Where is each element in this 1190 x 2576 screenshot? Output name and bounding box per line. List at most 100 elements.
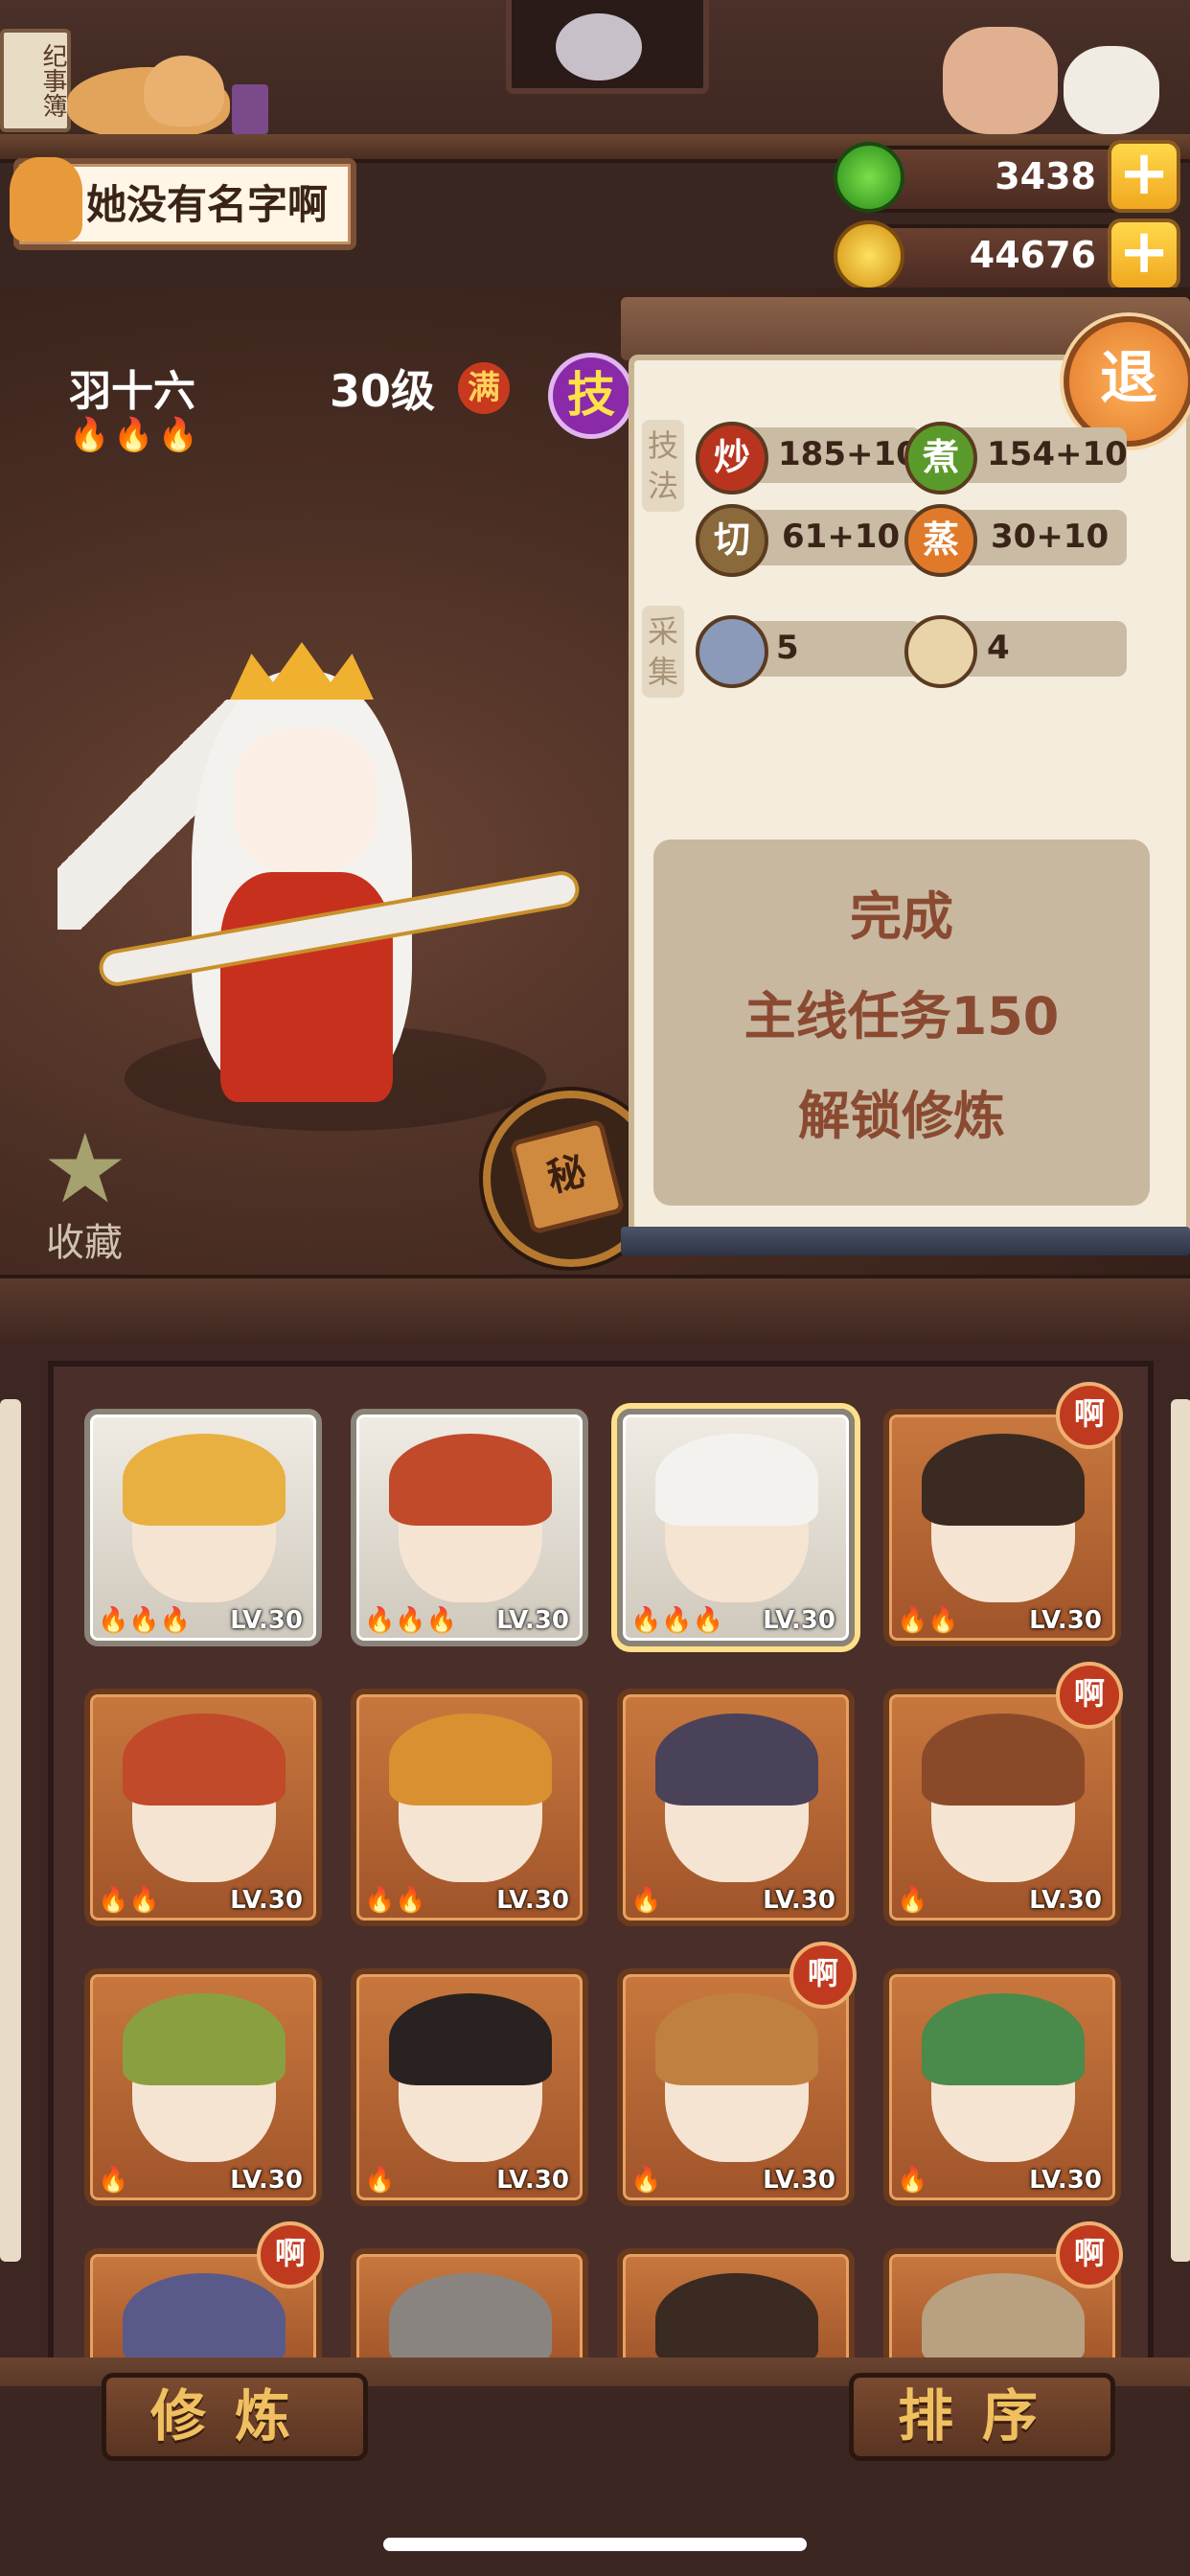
- left-rail: [0, 1399, 21, 2262]
- card-flames: 🔥: [630, 1886, 662, 1915]
- character-card[interactable]: 🔥🔥🔥 LV.30: [351, 1409, 588, 1646]
- character-portrait[interactable]: [57, 594, 594, 1131]
- home-indicator[interactable]: [383, 2538, 807, 2551]
- section-divider: [0, 1275, 1190, 1346]
- card-flames: 🔥: [364, 2166, 396, 2195]
- player-avatar[interactable]: [0, 144, 86, 249]
- card-hair-shape: [922, 1993, 1085, 2085]
- card-hair-shape: [389, 1993, 552, 2085]
- card-level: LV.30: [1029, 2166, 1102, 2195]
- sort-button[interactable]: 排序: [849, 2373, 1115, 2461]
- card-notice-badge: 啊: [790, 1942, 857, 2009]
- card-level: LV.30: [1029, 1886, 1102, 1915]
- crown-icon: [230, 642, 374, 700]
- right-rail: [1171, 1399, 1190, 2262]
- character-level: 30级: [330, 365, 436, 417]
- card-flames: 🔥🔥🔥: [364, 1606, 458, 1635]
- cut-value: 61+10: [782, 518, 901, 556]
- skill-section-tag: 技法: [642, 420, 684, 512]
- card-hair-shape: [922, 1714, 1085, 1806]
- chef-npc-icon: [943, 27, 1058, 134]
- card-level: LV.30: [763, 2166, 835, 2195]
- add-jade-button[interactable]: +: [1108, 140, 1180, 213]
- character-card[interactable]: 🔥🔥🔥 LV.30: [617, 1409, 855, 1646]
- boil-icon: 煮: [904, 422, 977, 494]
- character-card[interactable]: 🔥 LV.30: [883, 1968, 1121, 2206]
- card-hair-shape: [123, 1714, 286, 1806]
- card-flames: 🔥: [98, 2166, 129, 2195]
- add-coin-button[interactable]: +: [1108, 218, 1180, 291]
- character-card[interactable]: 🔥 LV.30: [84, 1968, 322, 2206]
- chronicle-sign[interactable]: 纪事簿: [0, 29, 71, 132]
- cat-head-icon: [144, 56, 224, 126]
- jade-value: 3438: [995, 155, 1096, 197]
- card-flames: 🔥: [897, 2166, 928, 2195]
- card-hair-shape: [655, 1714, 818, 1806]
- fish-value: 5: [776, 629, 799, 667]
- card-level: LV.30: [230, 2166, 303, 2195]
- skill-button[interactable]: 技: [548, 353, 634, 439]
- face-shape: [234, 728, 378, 872]
- trophy-icon: [10, 157, 82, 242]
- card-hair-shape: [389, 1434, 552, 1526]
- card-hair-shape: [922, 1434, 1085, 1526]
- card-hair-shape: [922, 2273, 1085, 2365]
- lock-line-1: 完成: [850, 886, 953, 947]
- train-button[interactable]: 修炼: [102, 2373, 368, 2461]
- steam-value: 30+10: [991, 518, 1110, 556]
- lock-line-2: 主线任务150: [744, 986, 1060, 1046]
- card-flames: 🔥🔥: [364, 1886, 426, 1915]
- card-hair-shape: [123, 1434, 286, 1526]
- character-card[interactable]: 🔥🔥 LV.30: [351, 1689, 588, 1926]
- card-level: LV.30: [763, 1886, 835, 1915]
- card-hair-shape: [655, 1434, 818, 1526]
- grain-value: 4: [987, 629, 1010, 667]
- card-notice-badge: 啊: [1056, 2221, 1123, 2288]
- card-flames: 🔥🔥: [98, 1886, 160, 1915]
- card-flames: 🔥: [897, 1886, 928, 1915]
- grain-icon: [904, 615, 977, 688]
- character-card[interactable]: [351, 2248, 588, 2375]
- coin-value: 44676: [969, 234, 1096, 276]
- character-name: 羽十六: [69, 367, 195, 416]
- card-notice-badge: 啊: [1056, 1662, 1123, 1729]
- fish-icon: [696, 615, 768, 688]
- boil-value: 154+10: [987, 435, 1128, 473]
- favorite-star-icon[interactable]: ★: [42, 1121, 128, 1217]
- character-card[interactable]: 🔥 LV.30: [617, 1689, 855, 1926]
- card-level: LV.30: [496, 1606, 569, 1635]
- character-card[interactable]: 🔥🔥 LV.30: [84, 1689, 322, 1926]
- player-name: 她没有名字啊: [86, 181, 329, 228]
- card-hair-shape: [389, 2273, 552, 2365]
- card-level: LV.30: [496, 1886, 569, 1915]
- card-hair-shape: [655, 1993, 818, 2085]
- character-card[interactable]: [617, 2248, 855, 2375]
- lock-line-3: 解锁修炼: [798, 1086, 1005, 1146]
- character-card[interactable]: 🔥 LV.30: [351, 1968, 588, 2206]
- card-level: LV.30: [1029, 1606, 1102, 1635]
- card-hair-shape: [123, 2273, 286, 2365]
- gather-section-tag: 采集: [642, 606, 684, 698]
- character-card[interactable]: 🔥🔥🔥 LV.30: [84, 1409, 322, 1646]
- stir-fry-icon: 炒: [696, 422, 768, 494]
- card-level: LV.30: [496, 2166, 569, 2195]
- card-notice-badge: 啊: [1056, 1382, 1123, 1449]
- character-flames: 🔥🔥🔥: [69, 416, 203, 454]
- card-level: LV.30: [230, 1886, 303, 1915]
- card-flames: 🔥: [630, 2166, 662, 2195]
- scroll-bottom-roll: [621, 1227, 1190, 1255]
- stir-fry-value: 185+10: [778, 435, 919, 473]
- card-flames: 🔥🔥: [897, 1606, 959, 1635]
- box-icon: [232, 84, 268, 134]
- card-hair-shape: [123, 1993, 286, 2085]
- steam-icon: 蒸: [904, 504, 977, 577]
- favorite-label[interactable]: 收藏: [46, 1211, 123, 1267]
- max-level-badge: 满: [458, 362, 510, 414]
- card-flames: 🔥🔥🔥: [630, 1606, 724, 1635]
- raccoon-icon: [556, 13, 642, 80]
- card-flames: 🔥🔥🔥: [98, 1606, 192, 1635]
- card-notice-badge: 啊: [257, 2221, 324, 2288]
- white-cat-icon: [1064, 46, 1159, 134]
- card-hair-shape: [655, 2273, 818, 2365]
- card-level: LV.30: [763, 1606, 835, 1635]
